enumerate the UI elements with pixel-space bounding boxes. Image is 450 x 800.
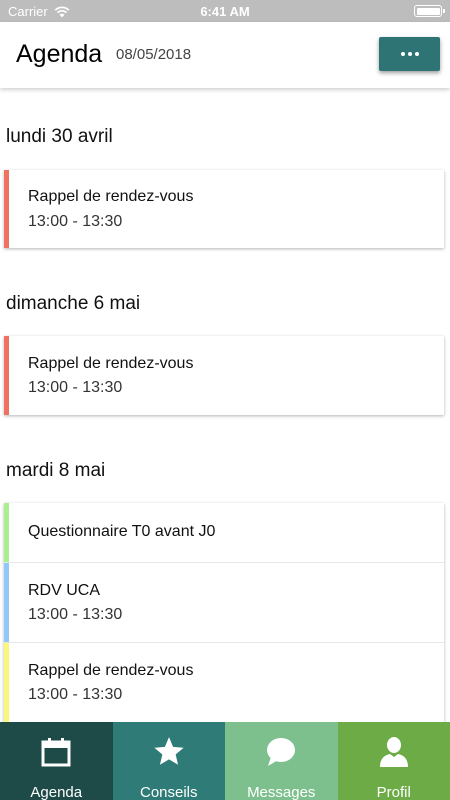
tab-messages[interactable]: Messages xyxy=(225,722,338,800)
more-options-button[interactable] xyxy=(379,37,440,71)
tab-label: Conseils xyxy=(139,784,198,800)
event-title: Rappel de rendez-vous xyxy=(28,662,194,679)
day-header: dimanche 6 mai xyxy=(6,293,141,314)
event-card: Rappel de rendez-vous 13:00 - 13:30 xyxy=(4,170,444,248)
person-icon xyxy=(376,734,412,770)
day-header: lundi 30 avril xyxy=(6,126,113,147)
tab-bar: Agenda Conseils Messages Profil xyxy=(0,722,450,800)
event-title: Questionnaire T0 avant J0 xyxy=(28,523,216,540)
day-header: mardi 8 mai xyxy=(6,460,106,481)
page-title: Agenda xyxy=(16,40,103,68)
event-color-bar xyxy=(4,503,9,562)
event-card: Rappel de rendez-vous 13:00 - 13:30 xyxy=(4,336,444,415)
event-item[interactable]: Questionnaire T0 avant J0 xyxy=(4,503,444,563)
tab-label: Messages xyxy=(247,784,316,800)
event-time: 13:00 - 13:30 xyxy=(28,686,123,703)
event-title: Rappel de rendez-vous xyxy=(28,188,194,205)
battery-icon xyxy=(414,5,445,17)
status-bar: Carrier 6:41 AM xyxy=(0,0,450,22)
tab-conseils[interactable]: Conseils xyxy=(112,722,225,800)
event-color-bar xyxy=(4,336,9,415)
event-title: RDV UCA xyxy=(28,582,101,599)
event-time: 13:00 - 13:30 xyxy=(28,606,123,623)
event-item[interactable]: Rappel de rendez-vous 13:00 - 13:30 xyxy=(4,336,444,415)
event-card: Questionnaire T0 avant J0 RDV UCA 13:00 … xyxy=(4,503,444,722)
star-icon xyxy=(151,734,187,770)
event-item[interactable]: RDV UCA 13:00 - 13:30 xyxy=(4,563,444,643)
event-time: 13:00 - 13:30 xyxy=(28,213,123,230)
event-color-bar xyxy=(4,170,9,248)
status-time: 6:41 AM xyxy=(200,4,250,19)
app-header: Agenda 08/05/2018 xyxy=(0,22,450,88)
event-item[interactable]: Rappel de rendez-vous 13:00 - 13:30 xyxy=(4,170,444,248)
current-date: 08/05/2018 xyxy=(116,46,192,63)
event-color-bar xyxy=(4,643,9,722)
event-item[interactable]: Rappel de rendez-vous 13:00 - 13:30 xyxy=(4,643,444,722)
event-color-bar xyxy=(4,563,9,642)
chat-bubble-icon xyxy=(263,734,299,770)
tab-profil[interactable]: Profil xyxy=(337,722,450,800)
tab-label: Agenda xyxy=(30,784,83,800)
ellipsis-icon xyxy=(400,52,419,56)
tab-label: Profil xyxy=(376,784,411,800)
tab-agenda[interactable]: Agenda xyxy=(0,722,113,800)
event-time: 13:00 - 13:30 xyxy=(28,379,123,396)
calendar-icon xyxy=(38,734,74,770)
agenda-list[interactable]: lundi 30 avril Rappel de rendez-vous 13:… xyxy=(0,88,450,722)
event-title: Rappel de rendez-vous xyxy=(28,355,194,372)
